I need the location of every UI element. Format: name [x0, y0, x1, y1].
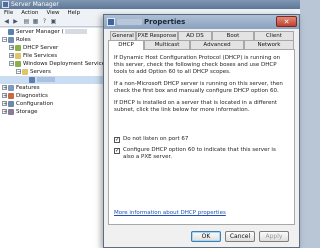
tab-client[interactable]: Client — [254, 31, 294, 40]
tree-label-roles: Roles — [16, 37, 31, 43]
tab-network[interactable]: Network — [244, 40, 294, 49]
cancel-button[interactable]: Cancel — [225, 231, 255, 242]
menu-file[interactable]: File — [4, 9, 13, 17]
expand-icon[interactable]: + — [2, 93, 7, 99]
help-icon[interactable]: ? — [41, 18, 48, 25]
tree-node-server-manager[interactable]: Server Manager ( — [0, 28, 107, 36]
tab-boot[interactable]: Boot — [212, 31, 254, 40]
menu-help[interactable]: Help — [68, 9, 81, 17]
show-hide-tree-icon[interactable]: ▤ — [23, 18, 30, 25]
tree-label-servers: Servers — [30, 69, 51, 75]
tree-node-roles[interactable]: − Roles — [0, 36, 107, 44]
menu-action[interactable]: Action — [21, 9, 38, 17]
tree-node-features[interactable]: + Features — [0, 84, 107, 92]
tab-ad-ds[interactable]: AD DS — [178, 31, 212, 40]
ok-button[interactable]: OK — [191, 231, 221, 242]
server-manager-icon — [8, 28, 14, 35]
apply-button[interactable]: Apply — [259, 231, 289, 242]
properties-icon[interactable]: ▦ — [32, 18, 39, 25]
tree-label-configuration: Configuration — [16, 101, 54, 107]
expand-icon[interactable]: + — [2, 109, 7, 115]
features-icon — [8, 84, 14, 91]
collapse-icon[interactable]: − — [2, 37, 7, 43]
dialog-title: Properties — [144, 18, 186, 26]
expand-icon[interactable]: + — [2, 85, 7, 91]
expand-icon[interactable]: + — [9, 45, 14, 51]
servers-folder-icon — [22, 68, 28, 75]
do-not-listen-port-67-label[interactable]: Do not listen on port 67 — [123, 136, 283, 143]
redacted-server-name — [64, 29, 87, 34]
tree-root-label: Server Manager ( — [16, 29, 64, 35]
tree-node-selected-server[interactable] — [0, 76, 107, 84]
window-title-bar[interactable]: Server Manager — [0, 0, 300, 9]
forward-arrow-icon[interactable]: ▶ — [12, 18, 19, 25]
diagnostics-icon — [8, 92, 14, 99]
dhcp-info-paragraph: If Dynamic Host Configuration Protocol (… — [114, 55, 281, 75]
tree-label-features: Features — [16, 85, 40, 91]
wds-icon — [15, 60, 21, 67]
tab-general[interactable]: General — [110, 31, 136, 40]
tree-label-dhcp-server: DHCP Server — [23, 45, 59, 51]
tab-dhcp[interactable]: DHCP — [108, 40, 144, 50]
tree-label-file-services: File Services — [23, 53, 58, 59]
tab-pxe-response[interactable]: PXE Response — [136, 31, 178, 40]
server-manager-app-icon — [2, 1, 9, 8]
redacted-server-name — [37, 77, 55, 82]
file-services-icon — [15, 52, 21, 59]
tab-advanced[interactable]: Advanced — [190, 40, 244, 49]
back-arrow-icon[interactable]: ◀ — [3, 18, 10, 25]
tree-node-wds[interactable]: − Windows Deployment Services — [0, 60, 108, 68]
configuration-icon — [8, 100, 14, 107]
expand-icon[interactable]: + — [9, 53, 14, 59]
more-info-dhcp-link[interactable]: More information about DHCP properties — [114, 210, 284, 217]
tree-node-storage[interactable]: + Storage — [0, 108, 107, 116]
collapse-icon[interactable]: − — [9, 61, 14, 67]
tree-node-diagnostics[interactable]: + Diagnostics — [0, 92, 107, 100]
dhcp-server-icon — [15, 44, 21, 51]
redacted-server-name — [117, 19, 142, 25]
configure-option-60-checkbox[interactable]: ✓ — [114, 148, 120, 154]
server-icon — [29, 76, 35, 83]
view-icon[interactable]: ▣ — [50, 18, 57, 25]
collapse-icon[interactable]: − — [16, 69, 21, 75]
storage-icon — [8, 108, 14, 115]
non-microsoft-dhcp-paragraph: If a non-Microsoft DHCP server is runnin… — [114, 81, 283, 94]
do-not-listen-port-67-checkbox[interactable]: ✓ — [114, 137, 120, 143]
different-subnet-paragraph: If DHCP is installed on a server that is… — [114, 100, 278, 113]
menu-view[interactable]: View — [46, 9, 59, 17]
tree-node-dhcp-server[interactable]: + DHCP Server — [0, 44, 107, 52]
console-tree: Server Manager ( − Roles + DHCP Server + Fi… — [0, 28, 108, 248]
expand-icon[interactable]: + — [2, 101, 7, 107]
tree-label-wds: Windows Deployment Services — [23, 61, 108, 67]
configure-option-60-label[interactable]: Configure DHCP option 60 to indicate tha… — [123, 147, 283, 161]
properties-dialog: Properties ✕ General PXE Response AD DS … — [103, 14, 300, 248]
window-title: Server Manager — [11, 1, 59, 8]
tree-label-diagnostics: Diagnostics — [16, 93, 48, 99]
expander-none — [2, 29, 7, 34]
roles-icon — [8, 36, 14, 43]
close-button[interactable]: ✕ — [276, 16, 297, 27]
tree-node-configuration[interactable]: + Configuration — [0, 100, 107, 108]
tree-node-servers[interactable]: − Servers — [0, 68, 107, 76]
dhcp-tab-panel: If Dynamic Host Configuration Protocol (… — [108, 49, 295, 225]
tab-multicast[interactable]: Multicast — [144, 40, 190, 49]
tree-label-storage: Storage — [16, 109, 38, 115]
properties-dialog-icon — [107, 18, 115, 26]
tree-node-file-services[interactable]: + File Services — [0, 52, 107, 60]
